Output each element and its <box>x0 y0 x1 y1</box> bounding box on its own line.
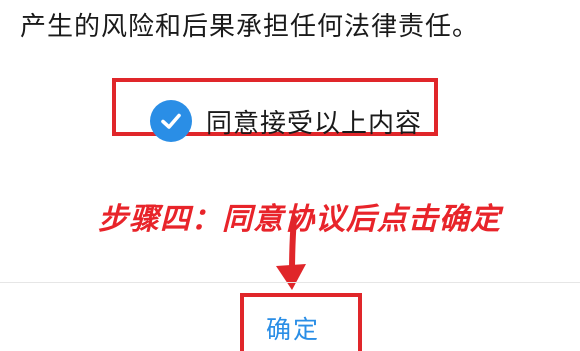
confirm-button[interactable]: 确定 <box>266 310 320 346</box>
dialog-divider <box>0 282 580 283</box>
terms-text-line: 产生的风险和后果承担任何法律责任。 <box>20 12 480 42</box>
agree-checkbox-row[interactable]: 同意接受以上内容 <box>150 97 422 145</box>
agree-checkbox-label[interactable]: 同意接受以上内容 <box>206 103 422 140</box>
check-circle-icon[interactable] <box>150 100 192 142</box>
